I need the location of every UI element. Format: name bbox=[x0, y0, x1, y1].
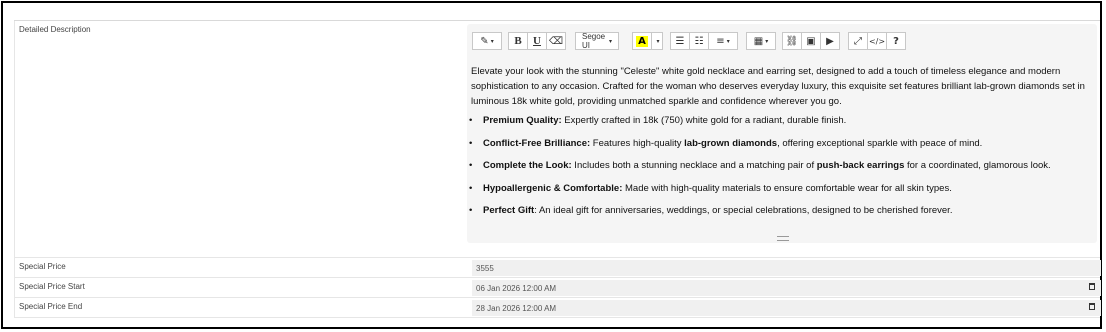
help-icon[interactable]: ? bbox=[886, 32, 906, 50]
highlight-color-button[interactable]: A bbox=[632, 32, 652, 50]
code-view-icon[interactable]: </> bbox=[867, 32, 887, 50]
ordered-list-icon[interactable]: ☷ bbox=[689, 32, 709, 50]
unordered-list-icon[interactable]: ☰ bbox=[670, 32, 690, 50]
list-item: • Perfect Gift: An ideal gift for anniver… bbox=[469, 205, 953, 216]
special-price-start-row: Special Price Start 06 Jan 2026 12:00 AM bbox=[14, 278, 1101, 298]
special-price-input[interactable]: 3555 bbox=[472, 260, 1101, 276]
intro-paragraph: Elevate your look with the stunning "Cel… bbox=[471, 66, 1085, 107]
image-icon[interactable]: ▣ bbox=[801, 32, 821, 50]
editor-content[interactable]: Elevate your look with the stunning "Cel… bbox=[469, 64, 1093, 226]
list-item: • Conflict-Free Brilliance: Features high… bbox=[469, 137, 983, 149]
link-icon[interactable]: ⛓ bbox=[782, 32, 802, 50]
table-icon[interactable]: ▦ ▾ bbox=[746, 32, 776, 50]
special-price-end-row: Special Price End 28 Jan 2026 12:00 AM bbox=[14, 298, 1101, 318]
special-price-start-input[interactable]: 06 Jan 2026 12:00 AM bbox=[472, 280, 1101, 296]
list-item: • Premium Quality: Expertly crafted in 18… bbox=[469, 115, 847, 126]
font-family-dropdown[interactable]: Segoe UI ▾ bbox=[575, 32, 619, 50]
magic-wand-icon[interactable]: ✎ ▾ bbox=[472, 32, 502, 50]
special-price-start-label: Special Price Start bbox=[19, 282, 85, 291]
list-item: • Hypoallergenic & Comfortable: Made with… bbox=[469, 182, 952, 194]
underline-button[interactable]: U bbox=[527, 32, 547, 50]
detailed-description-label: Detailed Description bbox=[19, 25, 91, 34]
list-item: • Complete the Look: Includes both a stun… bbox=[469, 160, 1051, 171]
eraser-icon[interactable]: ⌫ bbox=[546, 32, 566, 50]
special-price-end-label: Special Price End bbox=[19, 302, 83, 311]
rich-text-editor: ✎ ▾ B U ⌫ Segoe UI ▾ A ▾ ☰ ☷ ≡ ▾ ▦ ▾ ⛓ ▣ ▶ ⤢ bbox=[467, 24, 1097, 243]
calendar-icon[interactable] bbox=[1089, 303, 1095, 310]
special-price-row: Special Price 3555 bbox=[14, 258, 1101, 278]
fullscreen-icon[interactable]: ⤢ bbox=[848, 32, 868, 50]
calendar-icon[interactable] bbox=[1089, 283, 1095, 290]
special-price-end-input[interactable]: 28 Jan 2026 12:00 AM bbox=[472, 300, 1101, 316]
special-price-label: Special Price bbox=[19, 262, 66, 271]
align-dropdown[interactable]: ≡ ▾ bbox=[708, 32, 738, 50]
feature-list: • Premium Quality: Expertly crafted in 18… bbox=[469, 113, 1093, 218]
resize-handle[interactable] bbox=[777, 236, 789, 241]
bold-button[interactable]: B bbox=[508, 32, 528, 50]
video-icon[interactable]: ▶ bbox=[820, 32, 840, 50]
color-dropdown[interactable]: ▾ bbox=[651, 32, 663, 50]
